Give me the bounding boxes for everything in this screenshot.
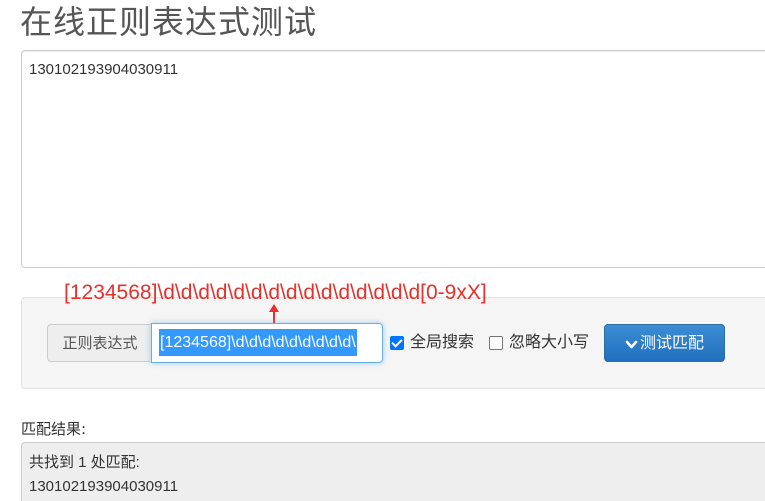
result-summary: 共找到 1 处匹配: [29, 454, 140, 471]
global-search-checkbox[interactable] [390, 336, 404, 350]
chevron-down-icon [625, 340, 638, 349]
ignore-case-label[interactable]: 忽略大小写 [509, 331, 589, 353]
source-text: 130102193904030911 [29, 61, 179, 78]
page: 在线正则表达式测试 130102193904030911 [1234568]\d… [0, 0, 765, 501]
regex-input-value: [1234568]\d\d\d\d\d\d\d\d\d\ [159, 329, 357, 356]
result-box: 共找到 1 处匹配: 130102193904030911 [21, 442, 765, 501]
test-match-button[interactable]: 测试匹配 [604, 324, 725, 362]
global-search-label[interactable]: 全局搜索 [410, 331, 474, 353]
page-title: 在线正则表达式测试 [20, 3, 318, 41]
annotation-regex-text: [1234568]\d\d\d\d\d\d\d\d\d\d\d\d\d\d\d[… [64, 281, 487, 304]
result-match-item: 130102193904030911 [29, 478, 179, 495]
ignore-case-checkbox[interactable] [489, 336, 503, 350]
result-label: 匹配结果: [21, 420, 87, 438]
regex-addon-label: 正则表达式 [47, 324, 152, 362]
source-text-area[interactable]: 130102193904030911 [21, 50, 765, 268]
regex-input[interactable]: [1234568]\d\d\d\d\d\d\d\d\d\ [151, 323, 383, 363]
test-match-button-label: 测试匹配 [639, 333, 704, 352]
